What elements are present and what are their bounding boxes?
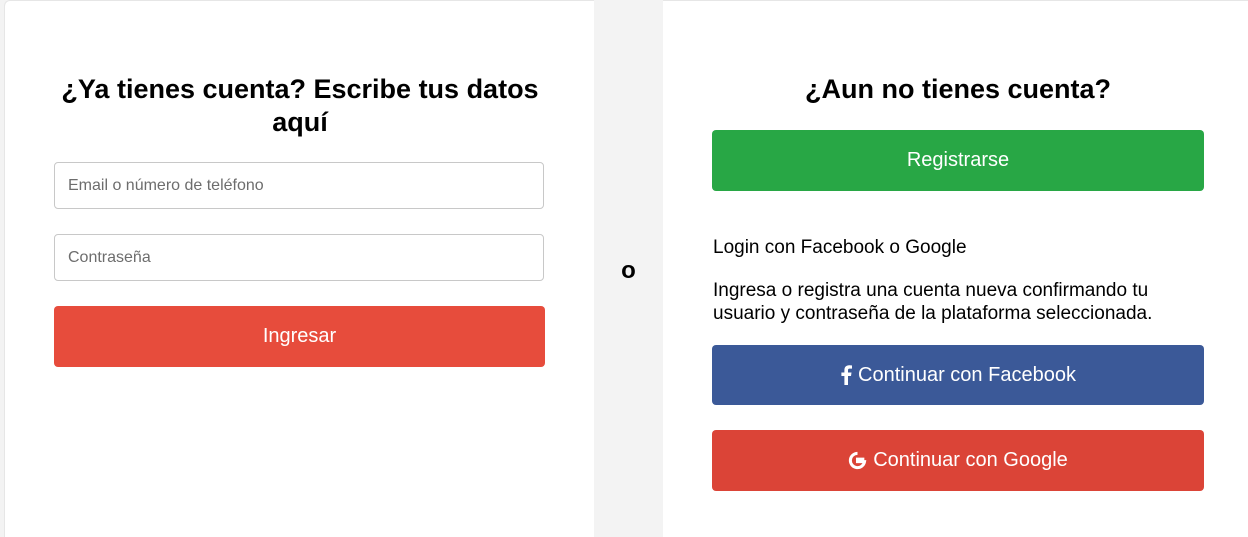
register-button-label: Registrarse <box>906 149 1010 171</box>
email-field[interactable] <box>54 162 544 209</box>
login-page: ¿Ya tienes cuenta? Escribe tus datos aqu… <box>0 0 1248 537</box>
google-button-label: Continuar con Google <box>873 449 1068 471</box>
google-icon <box>848 451 867 470</box>
login-button-label: Ingresar <box>262 325 337 347</box>
login-heading: ¿Ya tienes cuenta? Escribe tus datos aqu… <box>61 74 539 137</box>
social-login-title: Login con Facebook o Google <box>713 237 967 258</box>
login-panel: ¿Ya tienes cuenta? Escribe tus datos aqu… <box>4 0 594 537</box>
facebook-icon <box>840 365 853 385</box>
separator-text: o <box>621 256 636 284</box>
google-button[interactable]: Continuar con Google <box>712 430 1204 491</box>
social-login-description: Ingresa o registra una cuenta nueva conf… <box>713 280 1153 324</box>
signup-panel: ¿Aun no tienes cuenta? Registrarse Login… <box>663 0 1248 537</box>
facebook-button-label: Continuar con Facebook <box>858 363 1076 386</box>
signup-heading: ¿Aun no tienes cuenta? <box>804 74 1112 104</box>
password-field[interactable] <box>54 234 544 281</box>
facebook-button[interactable]: Continuar con Facebook <box>712 345 1204 405</box>
login-button[interactable]: Ingresar <box>54 306 545 367</box>
separator: o <box>594 0 663 537</box>
register-button[interactable]: Registrarse <box>712 130 1204 191</box>
